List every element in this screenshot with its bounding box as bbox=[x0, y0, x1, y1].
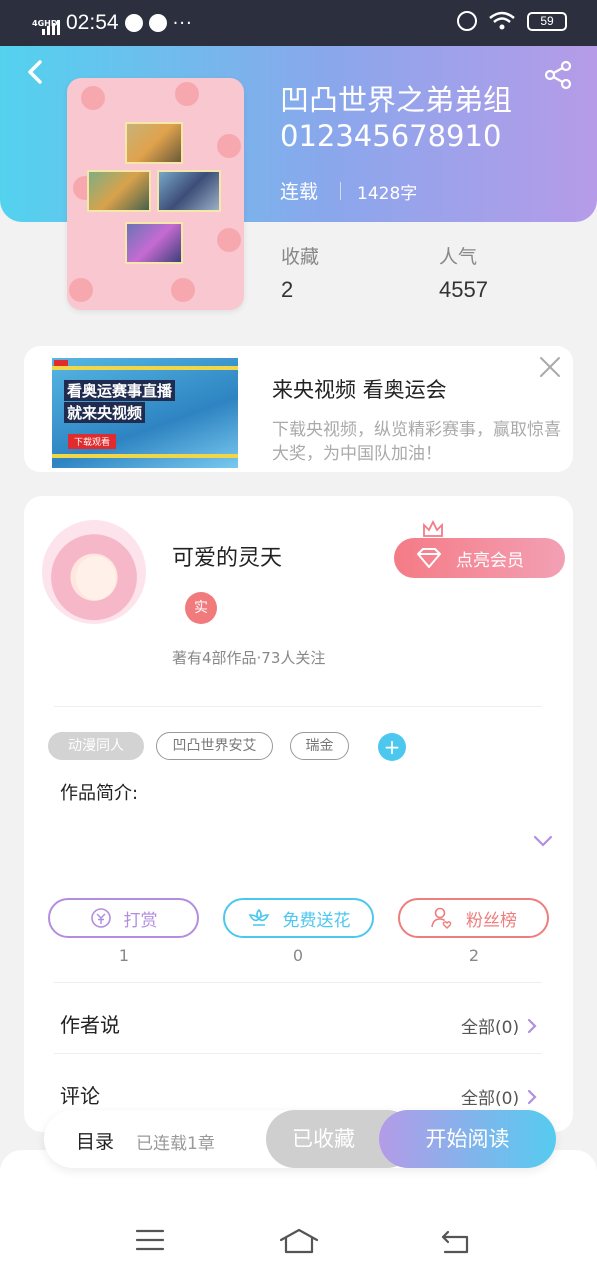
add-tag-button[interactable]: + bbox=[378, 733, 406, 761]
coin-icon bbox=[90, 908, 111, 928]
home-icon[interactable] bbox=[279, 1228, 319, 1254]
ad-image-text: 就来央视频 bbox=[64, 402, 146, 423]
tip-button[interactable]: 打赏 bbox=[48, 898, 199, 938]
bottom-action-bar: 目录 已连载1章 已收藏 开始阅读 bbox=[44, 1110, 556, 1168]
start-reading-button[interactable]: 开始阅读 bbox=[379, 1110, 556, 1168]
signal-icon bbox=[42, 19, 60, 35]
menu-icon[interactable] bbox=[135, 1228, 165, 1252]
flower-button-label: 免费送花 bbox=[282, 910, 351, 931]
fans-count: 2 bbox=[468, 946, 480, 965]
book-title: 凹凸世界之弟弟组 012345678910 bbox=[280, 83, 513, 153]
author-says-label: 作者说 bbox=[60, 1013, 120, 1037]
collect-count: 2 bbox=[281, 277, 294, 302]
crown-icon bbox=[423, 520, 443, 537]
toc-status: 已连载1章 bbox=[136, 1134, 215, 1154]
bottom-panel bbox=[0, 1150, 597, 1280]
toc-button[interactable]: 目录 bbox=[76, 1127, 114, 1154]
flower-button[interactable]: 免费送花 bbox=[223, 898, 374, 938]
fans-rank-button-label: 粉丝榜 bbox=[466, 910, 517, 931]
word-count: 1428字 bbox=[357, 184, 418, 204]
tip-count: 1 bbox=[118, 946, 130, 965]
status-bar: 4GHD 02:54 ··· 59 bbox=[0, 0, 597, 46]
flower-count: 0 bbox=[292, 946, 304, 965]
tip-button-label: 打赏 bbox=[123, 910, 158, 931]
tag[interactable]: 凹凸世界安艾 bbox=[156, 732, 273, 760]
flower-icon bbox=[248, 908, 269, 926]
ad-title: 来央视频 看奥运会 bbox=[272, 378, 447, 402]
author-card: 可爱的灵天 实 著有4部作品·73人关注 点亮会员 动漫同人 凹凸世界安艾 瑞金… bbox=[24, 496, 573, 1132]
tag[interactable]: 动漫同人 bbox=[48, 732, 144, 760]
divider bbox=[340, 182, 341, 200]
comments-link[interactable]: 全部(0) bbox=[461, 1084, 537, 1109]
book-cover[interactable] bbox=[67, 78, 244, 310]
comments-label: 评论 bbox=[60, 1084, 100, 1108]
fans-rank-button[interactable]: 粉丝榜 bbox=[398, 898, 549, 938]
ad-card[interactable]: 看奥运赛事直播 就来央视频 下载观看 来央视频 看奥运会 下载央视频，纵览精彩赛… bbox=[24, 346, 573, 472]
vip-button[interactable]: 点亮会员 bbox=[394, 538, 565, 578]
divider bbox=[54, 706, 542, 707]
author-name[interactable]: 可爱的灵天 bbox=[172, 540, 282, 572]
close-icon[interactable] bbox=[537, 354, 563, 380]
popularity-label: 人气 bbox=[439, 246, 478, 268]
book-status: 连载 bbox=[280, 181, 319, 203]
verified-badge: 实 bbox=[185, 592, 217, 624]
popularity-count: 4557 bbox=[439, 277, 488, 302]
wechat-icon bbox=[124, 14, 143, 32]
divider bbox=[54, 982, 542, 983]
chevron-down-icon[interactable] bbox=[532, 834, 554, 848]
ad-image-text: 看奥运赛事直播 bbox=[64, 380, 176, 401]
diamond-icon bbox=[417, 548, 441, 568]
more-icon: ··· bbox=[172, 12, 193, 34]
chevron-right-icon bbox=[527, 1018, 537, 1033]
avatar[interactable] bbox=[42, 520, 146, 624]
author-meta: 著有4部作品·73人关注 bbox=[172, 649, 326, 667]
ad-description: 下载央视频，纵览精彩赛事，赢取惊喜大奖，为中国队加油！ bbox=[272, 420, 561, 464]
chevron-right-icon bbox=[527, 1089, 537, 1104]
intro-label: 作品简介: bbox=[60, 783, 139, 804]
tag[interactable]: 瑞金 bbox=[290, 732, 349, 760]
check-icon bbox=[148, 14, 167, 32]
back-nav-icon[interactable] bbox=[440, 1228, 470, 1254]
divider bbox=[54, 1053, 542, 1054]
author-says-link[interactable]: 全部(0) bbox=[461, 1013, 537, 1038]
status-time: 02:54 bbox=[66, 11, 119, 34]
battery-icon: 59 bbox=[527, 11, 567, 31]
ad-image[interactable]: 看奥运赛事直播 就来央视频 下载观看 bbox=[52, 358, 238, 468]
author-says-all: 全部(0) bbox=[461, 1018, 520, 1038]
alarm-icon bbox=[457, 11, 477, 31]
wifi-icon bbox=[489, 11, 515, 30]
back-icon[interactable] bbox=[22, 58, 50, 86]
ad-download-button: 下载观看 bbox=[68, 434, 117, 449]
collect-label: 收藏 bbox=[281, 246, 320, 268]
comments-all: 全部(0) bbox=[461, 1089, 520, 1109]
user-heart-icon bbox=[431, 907, 452, 929]
vip-button-label: 点亮会员 bbox=[456, 550, 524, 571]
